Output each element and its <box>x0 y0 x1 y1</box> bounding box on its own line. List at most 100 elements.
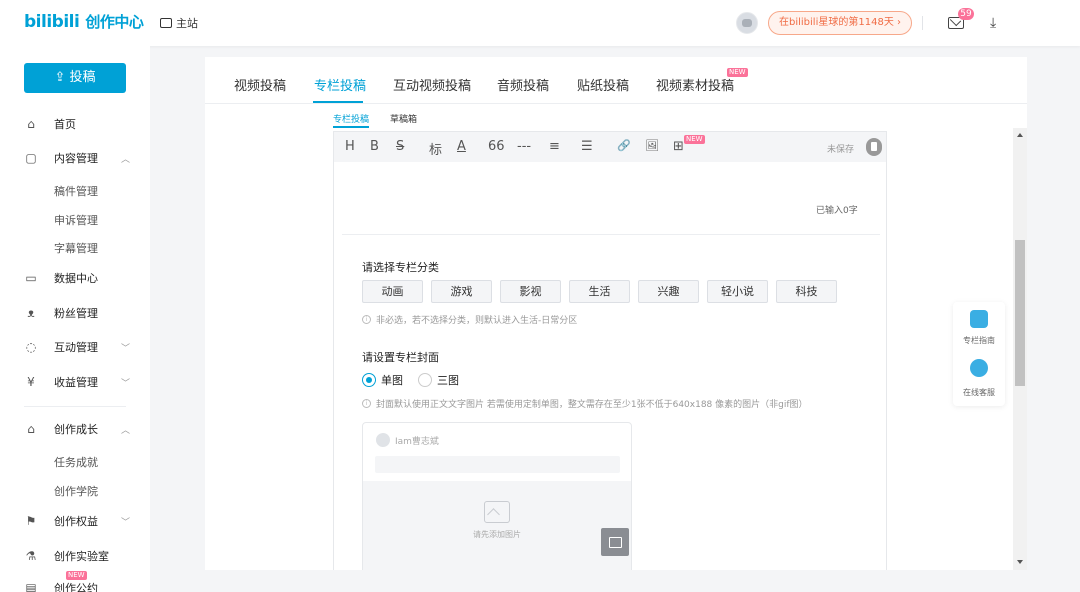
income-icon: ¥ <box>27 375 35 389</box>
add-image-icon <box>484 501 510 523</box>
sidebar-item-label: 首页 <box>54 118 76 131</box>
radio-dot <box>418 373 432 387</box>
cover-preview-card: Iam曹志斌 请先添加图片 <box>362 422 632 570</box>
add-image-text: 请先添加图片 <box>473 530 521 539</box>
bilibili-logo[interactable]: bilibili 创作中心 <box>24 11 144 32</box>
interaction-icon: ◌ <box>25 340 37 354</box>
logo-text: bilibili <box>24 12 80 32</box>
category-option[interactable]: 生活 <box>569 280 630 303</box>
editor-divider <box>342 234 880 235</box>
sidebar-item-contract[interactable]: ▤ 创作公约 NEW <box>24 571 98 592</box>
radio-dot <box>362 373 376 387</box>
title-placeholder <box>375 456 620 473</box>
subtab-drafts[interactable]: 草稿箱 <box>390 112 417 125</box>
scrollbar-thumb[interactable] <box>1015 240 1025 386</box>
heading-button[interactable]: H <box>345 139 355 154</box>
tab-label: 视频素材投稿 <box>656 79 735 94</box>
sidebar-item-lab[interactable]: ⚗ 创作实验室 <box>24 546 109 566</box>
sidebar-item-fans[interactable]: ᴥ 粉丝管理 <box>24 303 98 323</box>
category-option[interactable]: 轻小说 <box>707 280 768 303</box>
sidebar-item-label: 收益管理 <box>54 376 98 389</box>
save-status: 未保存 <box>827 145 855 155</box>
home-link[interactable]: 主站 <box>160 15 198 31</box>
preview-username: Iam曹志斌 <box>395 437 439 447</box>
info-icon: i <box>362 315 371 324</box>
active-subtab-indicator <box>333 126 369 128</box>
upload-type-tabs: 视频投稿 专栏投稿 互动视频投稿 音频投稿 贴纸投稿 视频素材投稿 NEW <box>205 57 1027 104</box>
sidebar-item-appeals[interactable]: 申诉管理 <box>54 212 98 228</box>
tab-sticker[interactable]: 贴纸投稿 <box>577 75 629 94</box>
fans-icon: ᴥ <box>27 306 35 320</box>
sidebar-item-tasks[interactable]: 任务成就 <box>54 454 98 470</box>
triple-image-radio[interactable]: 三图 <box>418 372 459 388</box>
editor-toolbar: H B S 标 A 66 --- ≡ ☰ 🔗 🖼 ⊞ NEW 未保存 <box>334 132 886 162</box>
sidebar-item-income[interactable]: ¥ 收益管理 ﹀ <box>24 372 130 392</box>
subtab-article-upload[interactable]: 专栏投稿 <box>333 112 369 125</box>
sidebar-item-rights[interactable]: ⚑ 创作权益 ﹀ <box>24 511 130 531</box>
category-option[interactable]: 影视 <box>500 280 561 303</box>
link-button[interactable]: 🔗 <box>617 139 631 152</box>
sidebar-item-label: 内容管理 <box>54 152 98 165</box>
upload-button-label: 投稿 <box>69 70 96 85</box>
sidebar-item-interaction[interactable]: ◌ 互动管理 ﹀ <box>24 337 130 357</box>
category-option[interactable]: 科技 <box>776 280 837 303</box>
top-bar: bilibili 创作中心 主站 在bilibili星球的第1148天 › 59 … <box>0 0 1080 46</box>
new-badge: NEW <box>727 68 748 77</box>
tab-article[interactable]: 专栏投稿 <box>314 75 366 94</box>
sidebar-item-data[interactable]: ▭ 数据中心 <box>24 268 98 288</box>
sidebar-item-subtitles[interactable]: 字幕管理 <box>54 240 98 256</box>
save-icon[interactable] <box>866 138 882 156</box>
category-option[interactable]: 动画 <box>362 280 423 303</box>
quote-button[interactable]: 66 <box>488 139 505 154</box>
logo-suffix: 创作中心 <box>85 13 144 31</box>
guide-icon[interactable] <box>970 310 988 328</box>
sidebar-item-growth[interactable]: ⌂ 创作成长 ︿ <box>24 419 130 439</box>
chart-icon: ▭ <box>25 271 37 285</box>
scroll-down-icon[interactable] <box>1017 560 1023 564</box>
upload-button[interactable]: ⇪ 投稿 <box>24 63 126 93</box>
cover-hint-text: 封面默认使用正文文字图片 若需使用定制单图，整文需存在至少1张不低于640x18… <box>376 400 808 410</box>
more-button[interactable]: ⊞ <box>673 139 684 154</box>
divider-button[interactable]: --- <box>517 139 531 154</box>
sidebar-item-content[interactable]: ▢ 内容管理 ︿ <box>24 148 130 168</box>
home-link-label: 主站 <box>176 17 198 30</box>
list-button[interactable]: ☰ <box>581 139 593 154</box>
home-icon: ⌂ <box>27 117 35 131</box>
title-style-button[interactable]: 标 <box>429 139 442 158</box>
guide-label[interactable]: 专栏指南 <box>953 335 1005 346</box>
edit-image-button[interactable] <box>601 528 629 556</box>
avatar[interactable] <box>736 12 758 34</box>
category-option[interactable]: 兴趣 <box>638 280 699 303</box>
strikethrough-button[interactable]: S <box>396 139 404 154</box>
main-panel: 视频投稿 专栏投稿 互动视频投稿 音频投稿 贴纸投稿 视频素材投稿 NEW 专栏投… <box>205 57 1027 570</box>
active-tab-indicator <box>313 101 363 103</box>
single-image-radio[interactable]: 单图 <box>362 372 403 388</box>
tab-video-material[interactable]: 视频素材投稿 NEW <box>656 68 748 94</box>
sidebar-divider <box>24 406 126 407</box>
planet-days-pill[interactable]: 在bilibili星球的第1148天 › <box>768 11 912 35</box>
document-icon: ▢ <box>25 151 37 165</box>
sidebar-item-home[interactable]: ⌂ 首页 <box>24 114 76 134</box>
tab-audio[interactable]: 音频投稿 <box>497 75 549 94</box>
service-label[interactable]: 在线客服 <box>953 387 1005 398</box>
sidebar-item-manuscripts[interactable]: 稿件管理 <box>54 183 98 199</box>
download-icon[interactable]: ⤓ <box>990 15 996 31</box>
align-button[interactable]: ≡ <box>549 139 560 154</box>
scrollbar[interactable] <box>1013 128 1027 570</box>
tab-interactive-video[interactable]: 互动视频投稿 <box>393 75 471 94</box>
contract-icon: ▤ <box>25 581 37 592</box>
bold-button[interactable]: B <box>370 139 379 154</box>
scroll-up-icon[interactable] <box>1017 133 1023 137</box>
tv-icon <box>160 18 172 28</box>
chat-icon[interactable] <box>970 359 988 377</box>
cover-image-area[interactable]: 请先添加图片 <box>363 481 631 570</box>
category-option[interactable]: 游戏 <box>431 280 492 303</box>
chevron-up-icon: ︿ <box>121 154 131 165</box>
sidebar-item-academy[interactable]: 创作学院 <box>54 483 98 499</box>
image-button[interactable]: 🖼 <box>645 139 659 152</box>
sidebar-item-label: 创作实验室 <box>54 550 109 563</box>
font-color-button[interactable]: A <box>457 139 466 154</box>
tab-video[interactable]: 视频投稿 <box>234 75 286 94</box>
cover-title: 请设置专栏封面 <box>362 351 439 364</box>
category-title: 请选择专栏分类 <box>362 261 439 274</box>
